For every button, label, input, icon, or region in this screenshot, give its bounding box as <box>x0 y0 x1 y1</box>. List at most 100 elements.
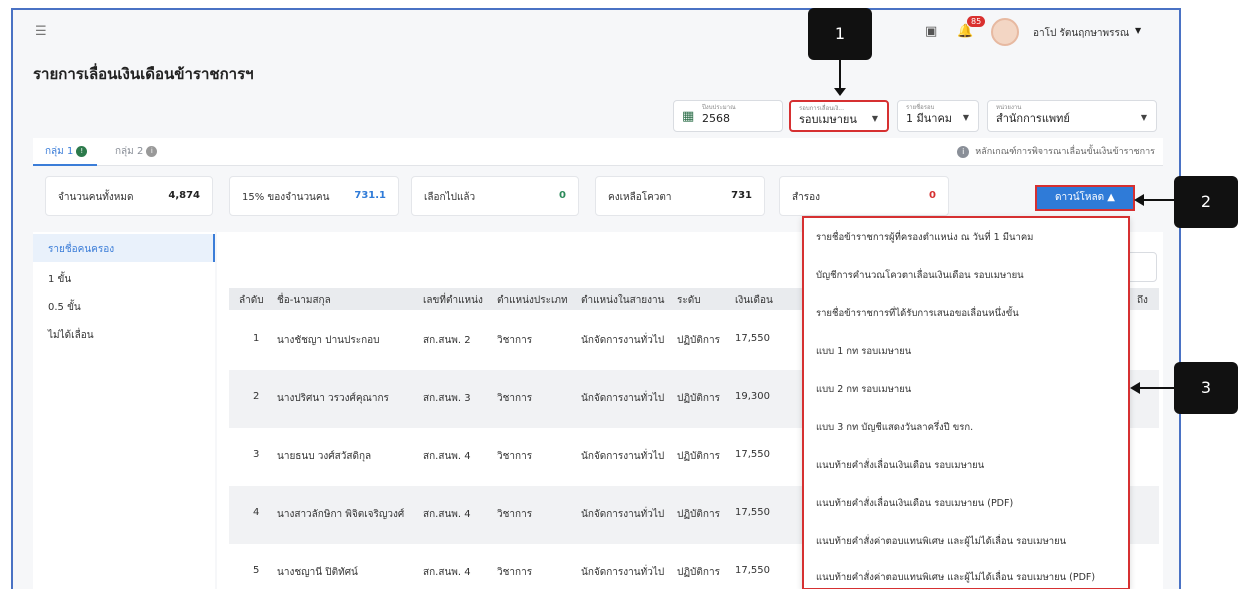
round-value: รอบเมษายน <box>799 113 857 126</box>
stat-label: จำนวนคนทั้งหมด <box>58 192 134 203</box>
stat-remaining-quota: คงเหลือโควตา 731 <box>595 176 765 216</box>
tab-group-2-label: กลุ่ม 2 <box>115 146 144 157</box>
cell-name: นางปริศนา วรวงศ์คุณากร <box>277 393 389 404</box>
cell-level: ปฏิบัติการ <box>677 451 720 462</box>
stat-value: 731 <box>731 190 752 201</box>
callout-1-arrowhead <box>834 88 846 96</box>
download-button[interactable]: ดาวน์โหลด ▲ <box>1035 185 1135 211</box>
callout-1-arrow <box>839 60 841 90</box>
active-tab-indicator <box>33 164 97 166</box>
fiscal-year-filter[interactable]: ▦ ปีงบประมาณ 2568 <box>673 100 783 132</box>
cell-salary: 17,550 <box>735 507 770 518</box>
download-menu-item[interactable]: บัญชีการคำนวณโควตาเลื่อนเงินเดือน รอบเมษ… <box>816 268 1024 283</box>
download-menu-item[interactable]: แนบท้ายคำสั่งเลื่อนเงินเดือน รอบเมษายน <box>816 458 984 473</box>
collapse-menu-icon[interactable]: ☰ <box>35 24 47 39</box>
column-header: ลำดับ <box>239 295 264 306</box>
notification-bell-icon[interactable]: 🔔 85 <box>957 16 986 39</box>
cell-line-position: นักจัดการงานทั่วไป <box>581 509 665 520</box>
stat-label: 15% ของจำนวนคน <box>242 192 330 203</box>
cell-level: ปฏิบัติการ <box>677 567 720 578</box>
download-menu-item[interactable]: แบบ 3 กท บัญชีแสดงวันลาครึ่งปี ขรก. <box>816 420 973 435</box>
stat-value: 0 <box>559 190 566 201</box>
cell-line-position: นักจัดการงานทั่วไป <box>581 451 665 462</box>
cell-salary: 17,550 <box>735 333 770 344</box>
download-menu-item[interactable]: รายชื่อข้าราชการผู้ที่ครองตำแหน่ง ณ วันท… <box>816 230 1033 245</box>
callout-2-arrowhead <box>1134 194 1144 206</box>
callout-2-arrow <box>1144 199 1174 201</box>
tab-group-2[interactable]: กลุ่ม 2i <box>115 144 158 159</box>
stat-label: คงเหลือโควตา <box>608 192 672 203</box>
group-tabs: กลุ่ม 1! กลุ่ม 2i i หลักเกณฑ์การพิจารณาเล… <box>33 138 1163 166</box>
chevron-down-icon: ▼ <box>962 113 969 122</box>
stat-value: 731.1 <box>354 190 386 201</box>
avatar[interactable] <box>991 18 1019 46</box>
user-name[interactable]: อาโป รัตนฤกษาพรรณ <box>1033 26 1129 41</box>
cell-position-no: สก.สนพ. 2 <box>423 335 471 346</box>
download-menu-item[interactable]: แบบ 1 กท รอบเมษายน <box>816 344 911 359</box>
stat-value: 4,874 <box>168 190 200 201</box>
callout-1: 1 <box>808 8 872 60</box>
round-name-label: รายชื่อรอบ <box>906 104 935 111</box>
callout-3-arrowhead <box>1130 382 1140 394</box>
app-window: ☰ รายการเลื่อนเงินเดือนข้าราชการฯ ▣ 🔔 85 … <box>11 8 1181 589</box>
chevron-down-icon: ▼ <box>1140 113 1147 122</box>
info-icon: i <box>146 145 158 157</box>
cell-name: นางชัชญา ปานประกอบ <box>277 335 380 346</box>
criteria-link[interactable]: i หลักเกณฑ์การพิจารณาเลื่อนขั้นเงินข้าราช… <box>957 144 1155 158</box>
cell-position-no: สก.สนพ. 4 <box>423 451 471 462</box>
download-menu-item[interactable]: รายชื่อข้าราชการที่ได้รับการเสนอขอเลื่อน… <box>816 306 1019 321</box>
stat-reserve: สำรอง 0 <box>779 176 949 216</box>
stat-selected: เลือกไปแล้ว 0 <box>411 176 579 216</box>
cell-index: 4 <box>253 507 260 518</box>
fiscal-year-value: 2568 <box>702 112 730 125</box>
cell-index: 3 <box>253 449 260 460</box>
stat-label: เลือกไปแล้ว <box>424 192 476 203</box>
cell-position-type: วิชาการ <box>497 393 533 404</box>
column-header: ชื่อ-นามสกุล <box>277 295 331 306</box>
cell-position-no: สก.สนพ. 4 <box>423 567 471 578</box>
cell-position-type: วิชาการ <box>497 567 533 578</box>
round-filter[interactable]: รอบการเลื่อนเงิ... รอบเมษายน ▼ <box>789 100 889 132</box>
tab-group-1-label: กลุ่ม 1 <box>45 146 74 157</box>
stat-value: 0 <box>929 190 936 201</box>
layout-toggle-icon[interactable]: ▣ <box>925 24 937 39</box>
round-name-filter[interactable]: รายชื่อรอบ 1 มีนาคม ▼ <box>897 100 979 132</box>
notification-badge: 85 <box>967 16 986 27</box>
cell-index: 2 <box>253 391 260 402</box>
column-header: เงินเดือน <box>735 295 773 306</box>
cell-position-type: วิชาการ <box>497 509 533 520</box>
sidebar-item-one-step[interactable]: 1 ขั้น <box>48 272 71 287</box>
cell-name: นางชญานี ปิติทัศน์ <box>277 567 358 578</box>
cell-name: นางสาวลักษิกา พิจิตเจริญวงศ์ <box>277 509 405 520</box>
fiscal-year-label: ปีงบประมาณ <box>702 104 736 111</box>
cell-position-type: วิชาการ <box>497 335 533 346</box>
round-label: รอบการเลื่อนเงิ... <box>799 105 844 112</box>
tab-group-1[interactable]: กลุ่ม 1! <box>45 144 88 159</box>
info-icon: ! <box>76 145 88 157</box>
cell-line-position: นักจัดการงานทั่วไป <box>581 335 665 346</box>
download-menu-item[interactable]: แบบ 2 กท รอบเมษายน <box>816 382 911 397</box>
column-header: ตำแหน่งในสายงาน <box>581 295 665 306</box>
stat-total: จำนวนคนทั้งหมด 4,874 <box>45 176 213 216</box>
agency-filter[interactable]: หน่วยงาน สำนักการแพทย์ ▼ <box>987 100 1157 132</box>
column-header: ถึง <box>1137 295 1148 306</box>
stat-label: สำรอง <box>792 192 820 203</box>
cell-level: ปฏิบัติการ <box>677 393 720 404</box>
download-menu-item[interactable]: แนบท้ายคำสั่งค่าตอบแทนพิเศษ และผู้ไม่ได้… <box>816 570 1095 585</box>
cell-name: นายธนบ วงศ์สวัสดิกุล <box>277 451 372 462</box>
download-menu-item[interactable]: แนบท้ายคำสั่งค่าตอบแทนพิเศษ และผู้ไม่ได้… <box>816 534 1066 549</box>
callout-3-arrow <box>1140 387 1174 389</box>
column-header: ตำแหน่งประเภท <box>497 295 568 306</box>
info-icon: i <box>957 146 970 158</box>
sidebar-item-not-promoted[interactable]: ไม่ได้เลื่อน <box>48 328 94 343</box>
cell-index: 5 <box>253 565 260 576</box>
chevron-down-icon: ▼ <box>871 114 878 123</box>
user-menu-chevron-down-icon[interactable]: ▼ <box>1135 26 1141 35</box>
sidebar-item-half-step[interactable]: 0.5 ขั้น <box>48 300 81 315</box>
cell-line-position: นักจัดการงานทั่วไป <box>581 393 665 404</box>
cell-salary: 19,300 <box>735 391 770 402</box>
download-menu-item[interactable]: แนบท้ายคำสั่งเลื่อนเงินเดือน รอบเมษายน (… <box>816 496 1013 511</box>
sidebar-item-holders[interactable]: รายชื่อคนครอง <box>48 242 114 257</box>
criteria-link-label: หลักเกณฑ์การพิจารณาเลื่อนขั้นเงินข้าราชก… <box>975 147 1155 157</box>
cell-salary: 17,550 <box>735 565 770 576</box>
